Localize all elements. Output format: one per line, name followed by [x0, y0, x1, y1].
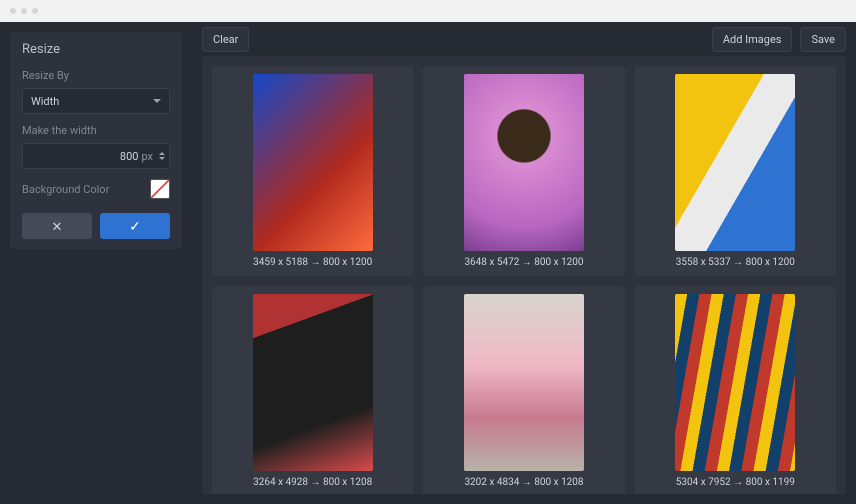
image-thumbnail [253, 294, 373, 471]
toolbar: Clear Add Images Save [192, 22, 856, 56]
image-card[interactable]: 3558 x 5337 → 800 x 1200 [635, 66, 836, 276]
resize-by-label: Resize By [22, 69, 170, 82]
traffic-light-dot [21, 8, 27, 14]
image-card[interactable]: 5304 x 7952 → 800 x 1199 [635, 286, 836, 494]
image-thumbnail [464, 294, 584, 471]
resize-by-select[interactable]: Width [22, 88, 170, 114]
chevron-down-icon[interactable] [159, 157, 165, 160]
width-unit: px [141, 150, 159, 163]
image-caption: 3558 x 5337 → 800 x 1200 [676, 257, 795, 268]
image-caption: 3264 x 4928 → 800 x 1208 [253, 477, 372, 488]
traffic-light-dot [10, 8, 16, 14]
width-value: 800 [31, 150, 141, 163]
save-button[interactable]: Save [800, 27, 846, 52]
image-caption: 5304 x 7952 → 800 x 1199 [676, 477, 795, 488]
resize-by-value: Width [31, 95, 59, 108]
image-caption: 3648 x 5472 → 800 x 1200 [464, 257, 583, 268]
close-icon: ✕ [52, 220, 63, 233]
image-caption: 3459 x 5188 → 800 x 1200 [253, 257, 372, 268]
main-area: Clear Add Images Save 3459 x 5188 → 800 … [192, 22, 856, 504]
image-card[interactable]: 3459 x 5188 → 800 x 1200 [212, 66, 413, 276]
bgcolor-swatch[interactable] [150, 179, 170, 199]
image-thumbnail [675, 74, 795, 251]
panel-title: Resize [22, 42, 170, 57]
width-input[interactable]: 800 px [22, 143, 170, 169]
chevron-down-icon [153, 99, 161, 103]
image-grid: 3459 x 5188 → 800 x 1200 3648 x 5472 → 80… [202, 56, 846, 494]
resize-panel: Resize Resize By Width Make the width 80… [10, 32, 182, 249]
quantity-stepper[interactable] [159, 152, 165, 160]
check-icon: ✓ [129, 219, 141, 233]
image-caption: 3202 x 4834 → 800 x 1208 [464, 477, 583, 488]
window-titlebar [0, 0, 856, 22]
image-card[interactable]: 3648 x 5472 → 800 x 1200 [423, 66, 624, 276]
sidebar: Resize Resize By Width Make the width 80… [0, 22, 192, 504]
image-thumbnail [464, 74, 584, 251]
bgcolor-label: Background Color [22, 183, 109, 196]
clear-button[interactable]: Clear [202, 27, 249, 52]
traffic-light-dot [32, 8, 38, 14]
cancel-button[interactable]: ✕ [22, 213, 92, 239]
make-width-label: Make the width [22, 124, 170, 137]
image-card[interactable]: 3264 x 4928 → 800 x 1208 [212, 286, 413, 494]
add-images-button[interactable]: Add Images [712, 27, 793, 52]
image-thumbnail [675, 294, 795, 471]
chevron-up-icon[interactable] [159, 152, 165, 155]
image-thumbnail [253, 74, 373, 251]
confirm-button[interactable]: ✓ [100, 213, 170, 239]
image-card[interactable]: 3202 x 4834 → 800 x 1208 [423, 286, 624, 494]
